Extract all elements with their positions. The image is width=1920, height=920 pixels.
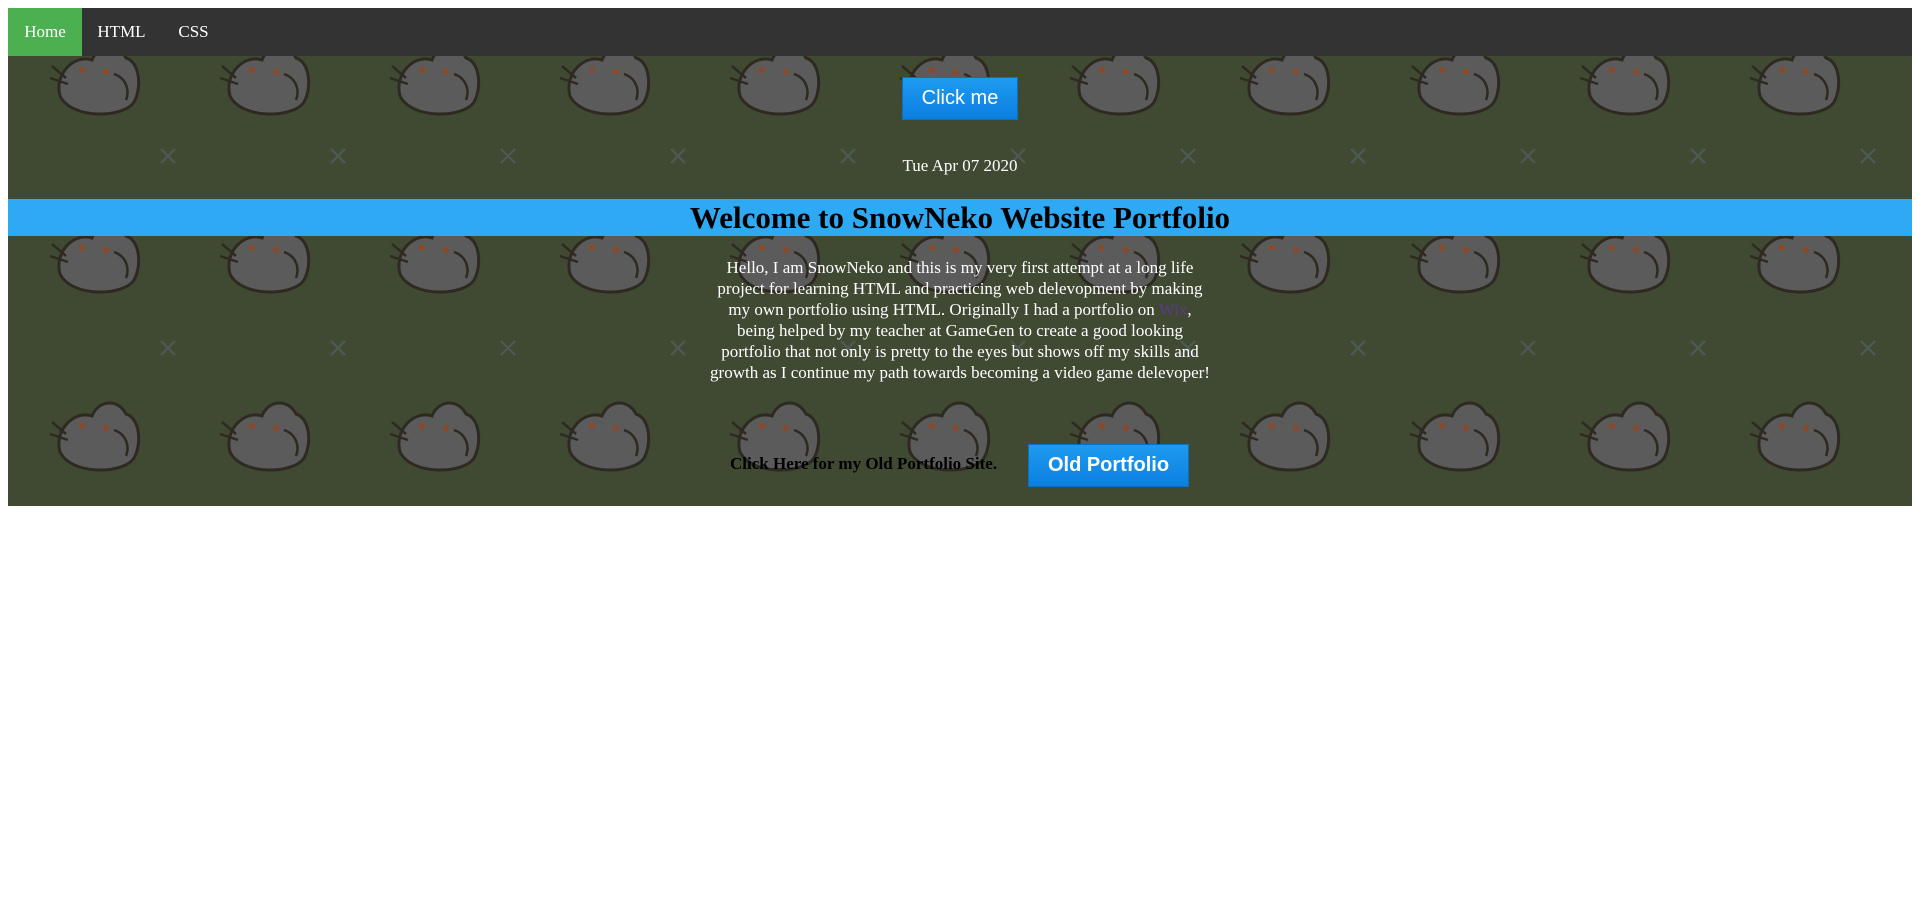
old-portfolio-label: Click Here for my Old Portfolio Site. (730, 454, 998, 473)
old-portfolio-row: Click Here for my Old Portfolio Site. (8, 444, 1912, 484)
nav-home[interactable]: Home (8, 8, 82, 56)
page: Home HTML CSS Click me Tue Apr 07 2020 W… (8, 8, 1912, 506)
welcome-banner: Welcome to SnowNeko Website Portfolio (8, 199, 1912, 236)
click-me-button[interactable]: Click me (902, 77, 1018, 120)
intro-text-before: Hello, I am SnowNeko and this is my very… (717, 258, 1203, 319)
nav-css[interactable]: CSS (161, 8, 226, 56)
page-title: Welcome to SnowNeko Website Portfolio (689, 200, 1231, 235)
intro-paragraph: Hello, I am SnowNeko and this is my very… (708, 257, 1212, 383)
nav-html[interactable]: HTML (82, 8, 161, 56)
top-navbar: Home HTML CSS (8, 8, 1912, 56)
current-date: Tue Apr 07 2020 (902, 156, 1018, 175)
wix-link[interactable]: Wix (1159, 300, 1188, 319)
old-portfolio-button[interactable]: Old Portfolio (1028, 444, 1189, 487)
